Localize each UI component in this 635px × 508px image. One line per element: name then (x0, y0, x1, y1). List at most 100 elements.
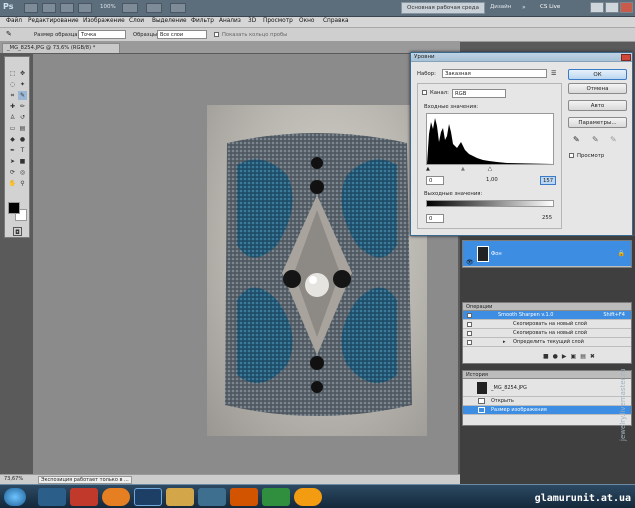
menu-window[interactable]: Окно (299, 18, 314, 24)
network-icon[interactable] (198, 488, 226, 506)
lasso-tool-icon[interactable]: ◌ (8, 80, 17, 89)
brush-tool-icon[interactable]: ✏ (18, 102, 27, 111)
hand-icon[interactable]: ✋ (8, 179, 17, 188)
white-eyedropper-icon[interactable]: ✎ (610, 135, 617, 144)
maximize-button[interactable] (605, 2, 619, 13)
workspace-button[interactable]: Основная рабочая среда (401, 2, 485, 14)
eraser-tool-icon[interactable]: ▭ (8, 124, 17, 133)
dialog-close-button[interactable] (621, 54, 631, 61)
output-black-field[interactable]: 0 (426, 214, 444, 223)
output-white-field[interactable]: 255 (540, 214, 556, 223)
minibridge-icon[interactable] (42, 3, 56, 13)
menu-image[interactable]: Изображение (83, 18, 125, 24)
options-button[interactable]: Параметры... (568, 117, 627, 128)
menu-filter[interactable]: Фильтр (191, 18, 214, 24)
healing-brush-icon[interactable]: ✚ (8, 102, 17, 111)
zoom-level[interactable]: 100% (100, 4, 116, 10)
design-workspace-link[interactable]: Дизайн (490, 4, 511, 10)
3d-camera-icon[interactable]: ◎ (18, 168, 27, 177)
zoom-icon[interactable]: ⚲ (18, 179, 27, 188)
menu-help[interactable]: Справка (323, 18, 349, 24)
preview-checkbox[interactable] (569, 153, 574, 158)
eye-icon[interactable]: 👁 (466, 250, 474, 276)
actions-controls[interactable]: ■●▶▣▤✖ (543, 353, 631, 361)
samples-select[interactable]: Все слои (157, 30, 207, 39)
actions-tab[interactable]: Операции (463, 303, 631, 311)
history-tab[interactable]: История (463, 371, 631, 379)
crop-tool-icon[interactable]: ⌗ (8, 91, 17, 100)
preset-menu-icon[interactable]: ☰ (551, 70, 556, 77)
firefox-icon[interactable] (102, 488, 130, 506)
menu-analysis[interactable]: Анализ (219, 18, 241, 24)
action-step[interactable]: Скопировать на новый слой (463, 329, 631, 338)
menu-layers[interactable]: Слои (129, 18, 144, 24)
action-toggle-checkbox[interactable] (467, 313, 472, 318)
input-white-field[interactable]: 157 (540, 176, 556, 185)
browser-icon[interactable] (294, 488, 322, 506)
step-toggle-checkbox[interactable] (467, 322, 472, 327)
input-black-field[interactable]: 0 (426, 176, 444, 185)
history-brush-icon[interactable]: ↺ (18, 113, 27, 122)
blur-tool-icon[interactable]: ◆ (8, 135, 17, 144)
pen-tool-icon[interactable]: ✒ (8, 146, 17, 155)
hand-tool-icon[interactable] (122, 3, 138, 13)
video-app-icon[interactable] (70, 488, 98, 506)
screen-mode-icon[interactable] (170, 3, 186, 13)
channel-checkbox[interactable] (422, 90, 427, 95)
minimize-button[interactable] (590, 2, 604, 13)
action-item[interactable]: Smooth Sharpen v.1.0 Shift+F4 (463, 311, 631, 320)
show-ring-checkbox[interactable] (214, 32, 219, 37)
history-snapshot[interactable]: _MG_8254.JPG (463, 379, 631, 397)
input-black-slider-icon[interactable]: ▲ (426, 166, 430, 172)
channel-select[interactable]: RGB (452, 89, 506, 98)
sample-size-select[interactable]: Точка (78, 30, 126, 39)
bridge-icon[interactable] (24, 3, 38, 13)
photoshop-task-icon[interactable] (134, 488, 162, 506)
menu-edit[interactable]: Редактирование (28, 18, 79, 24)
foreground-color-swatch[interactable] (8, 202, 20, 214)
eyedropper-tool-icon[interactable]: ✎ (6, 30, 12, 38)
gradient-tool-icon[interactable]: ▤ (18, 124, 27, 133)
explorer-icon[interactable] (166, 488, 194, 506)
gray-eyedropper-icon[interactable]: ✎ (592, 135, 599, 144)
clone-stamp-icon[interactable]: ♙ (8, 113, 17, 122)
ok-button[interactable]: ОК (568, 69, 627, 80)
history-state[interactable]: Открыть (463, 397, 631, 406)
grid-icon[interactable] (60, 3, 74, 13)
cs-live-button[interactable]: CS Live (540, 4, 560, 10)
start-button[interactable] (4, 488, 26, 506)
magic-wand-icon[interactable]: ✦ (18, 80, 27, 89)
triangle-right-icon[interactable]: ▸ (503, 338, 506, 347)
document-tab[interactable]: _MG_8254.JPG @ 73,6% (RGB/8) * (2, 43, 120, 53)
status-zoom[interactable]: 73,67% (4, 476, 23, 482)
quick-mask-icon[interactable]: ◘ (13, 227, 22, 236)
eyedropper-icon[interactable]: ✎ (18, 91, 27, 100)
shape-tool-icon[interactable]: ■ (18, 157, 27, 166)
menu-file[interactable]: Файл (6, 18, 22, 24)
menu-3d[interactable]: 3D (248, 18, 256, 24)
3d-rotate-icon[interactable]: ⟳ (8, 168, 17, 177)
action-step[interactable]: Скопировать на новый слой (463, 320, 631, 329)
step-toggle-checkbox[interactable] (467, 331, 472, 336)
cancel-button[interactable]: Отмена (568, 83, 627, 94)
input-gamma-slider-icon[interactable]: ▲ (461, 166, 465, 172)
dodge-tool-icon[interactable]: ● (18, 135, 27, 144)
preset-select[interactable]: Заказная (442, 69, 547, 78)
move-tool-icon[interactable]: ✥ (18, 69, 27, 78)
menu-view[interactable]: Просмотр (263, 18, 293, 24)
auto-button[interactable]: Авто (568, 100, 627, 111)
history-state[interactable]: Размер изображения (463, 406, 631, 415)
mail-icon[interactable] (230, 488, 258, 506)
bracelet-photo[interactable] (207, 105, 427, 436)
menu-select[interactable]: Выделение (152, 18, 187, 24)
black-eyedropper-icon[interactable]: ✎ (573, 135, 580, 144)
action-step[interactable]: ▸ Определить текущий слой (463, 338, 631, 347)
type-tool-icon[interactable]: T (18, 146, 27, 155)
expand-icon[interactable]: » (522, 4, 526, 11)
marquee-tool-icon[interactable]: ⬚ (8, 69, 17, 78)
input-gamma-field[interactable]: 1,00 (484, 176, 502, 185)
media-player-icon[interactable] (38, 488, 66, 506)
torrent-icon[interactable] (262, 488, 290, 506)
close-button[interactable] (620, 2, 633, 13)
step-toggle-checkbox[interactable] (467, 340, 472, 345)
